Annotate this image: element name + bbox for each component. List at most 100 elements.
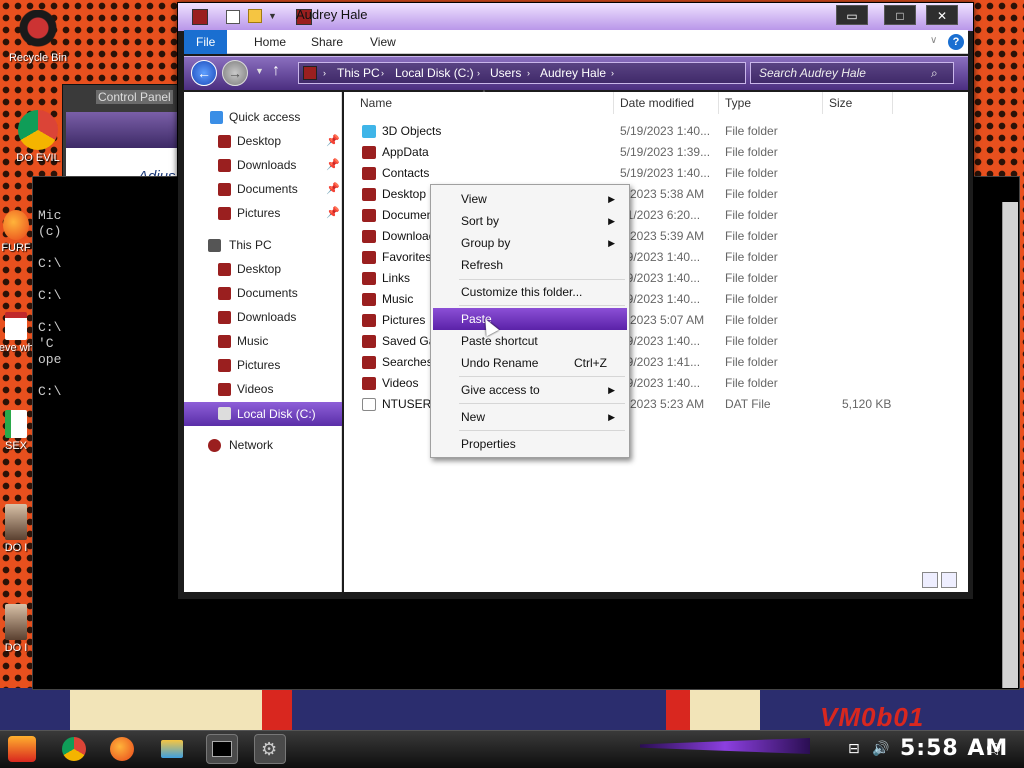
document-icon	[5, 312, 27, 340]
menu-item-view[interactable]: View ▶	[433, 188, 627, 210]
breadcrumb-this-pc[interactable]: This PC	[337, 63, 380, 83]
column-header-type[interactable]: Type	[719, 92, 823, 114]
column-header-name[interactable]: Name	[354, 92, 614, 114]
desktop-icon-recycle-bin[interactable]: Recycle Bin	[2, 10, 74, 64]
pin-icon[interactable]: 📌	[326, 202, 340, 224]
menu-item-properties[interactable]: Properties	[433, 433, 627, 455]
taskbar-firefox[interactable]	[106, 734, 138, 764]
nav-this-pc[interactable]: This PC	[184, 234, 342, 256]
volume-tray-icon[interactable]: 🔊	[872, 740, 889, 757]
nav-quick-access[interactable]: Quick access	[184, 106, 342, 128]
back-button[interactable]: ←	[191, 60, 217, 86]
tab-view[interactable]: View	[358, 30, 408, 54]
tab-home[interactable]: Home	[242, 30, 298, 54]
explorer-app-icon[interactable]	[192, 9, 208, 25]
menu-item-sort-by[interactable]: Sort by ▶	[433, 210, 627, 232]
menu-separator	[459, 430, 625, 431]
nav-quick-downloads[interactable]: Downloads 📌	[184, 154, 342, 176]
file-name: Pictures	[382, 313, 426, 327]
desktop-icon-label: DO I	[4, 642, 28, 654]
breadcrumb-users[interactable]: Users	[490, 63, 521, 83]
details-view-icon[interactable]	[922, 572, 938, 588]
file-type: File folder	[725, 334, 778, 348]
desktop-icon	[218, 263, 231, 276]
menu-item-new[interactable]: New ▶	[433, 406, 627, 428]
file-type: File folder	[725, 124, 778, 138]
new-folder-icon[interactable]	[248, 9, 262, 23]
desktop-icon-label: SEX	[4, 440, 27, 452]
taskbar-chrome[interactable]	[58, 734, 90, 764]
ribbon-expand-chevron-icon[interactable]: ∨	[930, 35, 937, 46]
address-bar[interactable]: › This PC › Local Disk (C:) › Users › Au…	[298, 62, 746, 84]
breadcrumb-separator-icon: ›	[381, 68, 384, 78]
maximize-button[interactable]: □	[884, 5, 916, 25]
cmd-line: C:\	[38, 320, 62, 335]
breadcrumb-audrey-hale[interactable]: Audrey Hale	[540, 63, 606, 83]
minimize-button[interactable]: ▭	[836, 5, 868, 25]
large-icons-view-icon[interactable]	[941, 572, 957, 588]
column-header-size[interactable]: Size	[823, 92, 893, 114]
taskbar-command-prompt[interactable]	[206, 734, 238, 764]
tab-share[interactable]: Share	[299, 30, 355, 54]
notifications-icon[interactable]: 🗨	[984, 740, 1003, 758]
nav-network[interactable]: Network	[184, 434, 342, 456]
nav-pc-desktop[interactable]: Desktop	[184, 258, 342, 280]
menu-item-customize-folder[interactable]: Customize this folder...	[433, 281, 627, 303]
desktop-icon	[218, 135, 231, 148]
menu-item-paste[interactable]: Paste	[433, 308, 627, 330]
nav-pc-videos[interactable]: Videos	[184, 378, 342, 400]
breadcrumb-separator-icon: ›	[527, 68, 530, 78]
nav-quick-documents[interactable]: Documents 📌	[184, 178, 342, 200]
file-row[interactable]: 3D Objects 5/19/2023 1:40... File folder	[344, 121, 904, 142]
tab-file[interactable]: File	[184, 30, 228, 54]
nav-quick-pictures[interactable]: Pictures 📌	[184, 202, 342, 224]
videos-icon	[218, 383, 231, 396]
nav-label: Network	[229, 438, 274, 452]
taskbar-control-panel[interactable]: ⚙	[254, 734, 286, 764]
menu-item-paste-shortcut[interactable]: Paste shortcut	[433, 330, 627, 352]
file-date: 19/2023 1:41...	[620, 355, 701, 369]
search-input[interactable]: Search Audrey Hale ⌕	[750, 62, 954, 84]
nav-label: Pictures	[237, 358, 281, 372]
up-arrow-icon[interactable]: ↑	[272, 62, 280, 80]
pin-icon[interactable]: 📌	[326, 154, 340, 176]
menu-item-group-by[interactable]: Group by ▶	[433, 232, 627, 254]
downloads-icon	[218, 311, 231, 324]
nav-pc-documents[interactable]: Documents	[184, 282, 342, 304]
cmd-scrollbar[interactable]	[1002, 202, 1018, 688]
nav-pc-pictures[interactable]: Pictures	[184, 354, 342, 376]
firefox-icon	[3, 210, 29, 240]
column-header-date-modified[interactable]: Date modified	[614, 92, 719, 114]
nav-pc-downloads[interactable]: Downloads	[184, 306, 342, 328]
menu-item-undo-rename[interactable]: Undo Rename Ctrl+Z	[433, 352, 627, 374]
cmd-line: C:\	[38, 256, 62, 271]
breadcrumb-local-disk[interactable]: Local Disk (C:)	[395, 63, 474, 83]
menu-item-give-access[interactable]: Give access to ▶	[433, 379, 627, 401]
recent-locations-chevron-icon[interactable]: ▼	[255, 66, 264, 76]
nav-local-disk[interactable]: Local Disk (C:)	[184, 402, 342, 426]
taskbar-file-explorer[interactable]	[156, 734, 188, 764]
pin-icon[interactable]: 📌	[326, 178, 340, 200]
quick-access-toolbar-chevron-icon[interactable]: ▼	[268, 11, 277, 21]
menu-item-refresh[interactable]: Refresh	[433, 254, 627, 276]
file-type: File folder	[725, 208, 778, 222]
nav-pc-music[interactable]: Music	[184, 330, 342, 352]
nav-label: Downloads	[237, 310, 297, 324]
file-date: 19/2023 1:40...	[620, 250, 701, 264]
menu-separator	[459, 376, 625, 377]
start-button[interactable]	[8, 736, 36, 762]
close-button[interactable]: ✕	[926, 5, 958, 25]
help-icon[interactable]: ?	[948, 34, 964, 50]
file-name: Document	[382, 208, 437, 222]
forward-button[interactable]: →	[222, 60, 248, 86]
network-tray-icon[interactable]: ⊟	[848, 740, 860, 757]
file-row[interactable]: AppData 5/19/2023 1:39... File folder	[344, 142, 904, 163]
properties-icon[interactable]	[226, 10, 240, 24]
folder-icon	[161, 740, 183, 758]
nav-quick-desktop[interactable]: Desktop 📌	[184, 130, 342, 152]
nav-label: Desktop	[237, 262, 282, 276]
nav-label: Desktop	[237, 134, 282, 148]
pin-icon[interactable]: 📌	[326, 130, 340, 152]
nav-label: Quick access	[229, 110, 301, 124]
file-row[interactable]: Contacts 5/19/2023 1:40... File folder	[344, 163, 904, 184]
